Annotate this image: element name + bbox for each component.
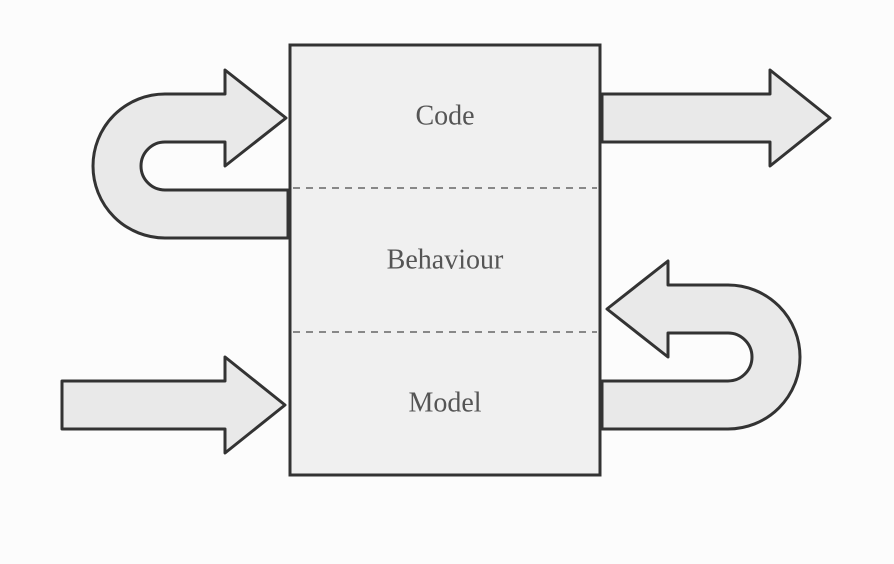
arrow-code-out [602, 70, 830, 166]
section-code-label: Code [415, 100, 474, 131]
section-model-label: Model [408, 387, 481, 418]
section-behaviour-label: Behaviour [387, 244, 504, 275]
flow-diagram: Code Behaviour Model [0, 0, 894, 564]
arrow-model-in [62, 357, 285, 453]
arrow-model-to-behaviour-shape [602, 261, 800, 429]
arrow-behaviour-to-code [93, 70, 288, 238]
arrow-model-to-behaviour [602, 213, 850, 477]
